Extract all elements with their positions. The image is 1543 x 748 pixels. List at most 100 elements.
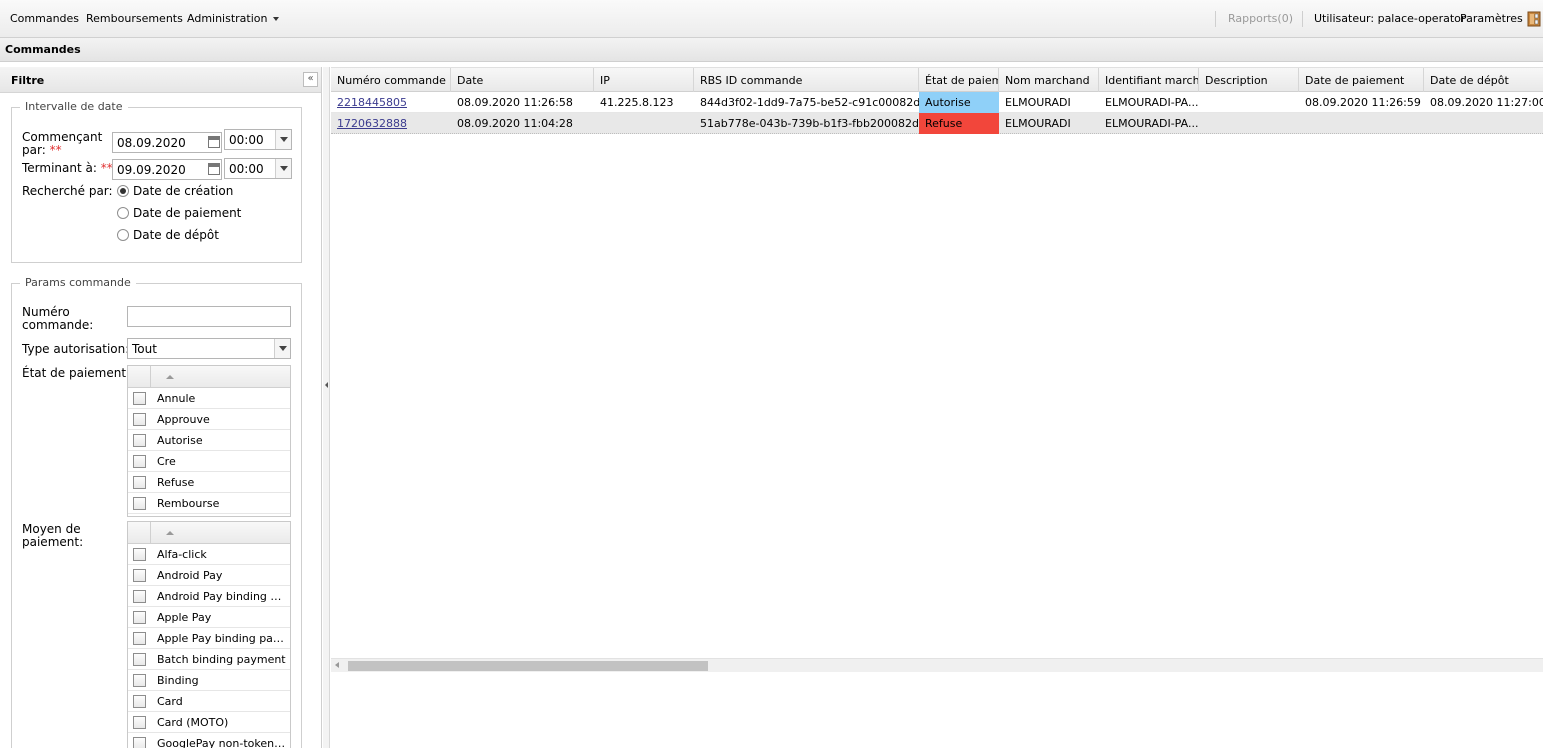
- menu-refunds[interactable]: Remboursements: [86, 12, 183, 25]
- list-header[interactable]: [128, 366, 290, 388]
- list-item[interactable]: Batch binding payment: [128, 649, 290, 670]
- cell-merchant-name: ELMOURADI: [1005, 96, 1071, 109]
- list-item[interactable]: GooglePay non-tokenize...: [128, 733, 290, 748]
- cell-deposit-date: 08.09.2020 11:27:00: [1430, 96, 1543, 109]
- list-item[interactable]: Card (MOTO): [128, 712, 290, 733]
- column-header-ip[interactable]: IP: [594, 68, 694, 92]
- order-link[interactable]: 1720632888: [337, 117, 407, 130]
- list-item-label: Android Pay: [157, 569, 223, 582]
- checkbox[interactable]: [133, 413, 146, 426]
- required-mark: **: [49, 143, 62, 157]
- menu-divider: [1215, 11, 1216, 27]
- radio-creation-date[interactable]: [117, 185, 129, 197]
- radio-payment-date[interactable]: [117, 207, 129, 219]
- checkbox[interactable]: [133, 632, 146, 645]
- list-item[interactable]: Apple Pay: [128, 607, 290, 628]
- list-item[interactable]: Approuve: [128, 409, 290, 430]
- column-header-payment-date[interactable]: Date de paiement: [1299, 68, 1424, 92]
- list-item[interactable]: Cre: [128, 451, 290, 472]
- column-header-rbs-id[interactable]: RBS ID commande: [694, 68, 919, 92]
- menu-reports[interactable]: Rapports(0): [1228, 12, 1293, 25]
- menu-administration[interactable]: Administration: [187, 12, 279, 25]
- checkbox[interactable]: [133, 674, 146, 687]
- order-link[interactable]: 2218445805: [337, 96, 407, 109]
- table-row[interactable]: 2218445805 08.09.2020 11:26:58 41.225.8.…: [331, 92, 1543, 113]
- list-item-label: Approuve: [157, 413, 210, 426]
- checkbox[interactable]: [133, 476, 146, 489]
- radio-payment-date-label[interactable]: Date de paiement: [133, 207, 241, 220]
- checkbox[interactable]: [133, 569, 146, 582]
- list-item[interactable]: Apple Pay binding paym...: [128, 628, 290, 649]
- payment-state-list: Annule Approuve Autorise Cre Refuse Remb…: [127, 365, 291, 517]
- checkbox[interactable]: [133, 392, 146, 405]
- list-item[interactable]: Annule: [128, 388, 290, 409]
- menu-orders[interactable]: Commandes: [10, 12, 79, 25]
- column-header-description[interactable]: Description: [1199, 68, 1299, 92]
- orders-grid: Numéro commande Date IP RBS ID commande …: [331, 67, 1543, 748]
- list-item[interactable]: Android Pay: [128, 565, 290, 586]
- list-item[interactable]: Rembourse: [128, 493, 290, 514]
- radio-creation-date-label[interactable]: Date de création: [133, 185, 233, 198]
- cell-deposit-date: [1424, 113, 1543, 134]
- checkbox[interactable]: [133, 695, 146, 708]
- list-item-label: Refuse: [157, 476, 195, 489]
- column-header-merchant-id[interactable]: Identifiant marchar: [1099, 68, 1199, 92]
- checkbox[interactable]: [133, 653, 146, 666]
- chevron-down-icon[interactable]: [275, 130, 291, 149]
- horizontal-scrollbar[interactable]: [331, 658, 1543, 672]
- list-item-label: GooglePay non-tokenize...: [157, 737, 287, 748]
- checkbox[interactable]: [133, 434, 146, 447]
- list-item[interactable]: Alfa-click: [128, 544, 290, 565]
- list-item-label: Cre: [157, 455, 176, 468]
- calendar-icon[interactable]: [208, 136, 220, 148]
- table-row[interactable]: 1720632888 08.09.2020 11:04:28 51ab778e-…: [331, 113, 1543, 134]
- list-item[interactable]: Card: [128, 691, 290, 712]
- list-item[interactable]: Android Pay binding pa...: [128, 586, 290, 607]
- scrollbar-thumb[interactable]: [348, 661, 708, 671]
- list-item-label: Binding: [157, 674, 199, 687]
- auth-type-select[interactable]: Tout: [127, 338, 291, 359]
- radio-deposit-date-label[interactable]: Date de dépôt: [133, 229, 219, 242]
- menu-settings[interactable]: Paramètres: [1460, 12, 1523, 25]
- collapse-panel-button[interactable]: «: [303, 72, 318, 87]
- checkbox[interactable]: [133, 737, 146, 748]
- top-menu-bar: Commandes Remboursements Administration …: [0, 0, 1543, 38]
- list-item-label: Card: [157, 695, 183, 708]
- column-header-order-number[interactable]: Numéro commande: [331, 68, 451, 92]
- checkbox[interactable]: [133, 455, 146, 468]
- column-header-payment-state[interactable]: État de paieme: [919, 68, 999, 92]
- calendar-icon[interactable]: [208, 163, 220, 175]
- panel-splitter[interactable]: [323, 67, 330, 748]
- status-badge: Refuse: [919, 113, 999, 134]
- checkbox[interactable]: [133, 548, 146, 561]
- auth-type-value: Tout: [132, 342, 157, 356]
- cell-merchant-name: ELMOURADI: [1005, 117, 1071, 130]
- list-item[interactable]: Binding: [128, 670, 290, 691]
- list-item[interactable]: Refuse: [128, 472, 290, 493]
- radio-deposit-date[interactable]: [117, 229, 129, 241]
- payment-method-label: Moyen de paiement:: [22, 522, 84, 549]
- column-header-date[interactable]: Date: [451, 68, 594, 92]
- checkbox[interactable]: [133, 497, 146, 510]
- cell-order-number: 2218445805: [331, 92, 451, 113]
- list-item[interactable]: Autorise: [128, 430, 290, 451]
- checkbox[interactable]: [133, 590, 146, 603]
- column-header-deposit-date[interactable]: Date de dépôt: [1424, 68, 1543, 92]
- end-date-value: 09.09.2020: [117, 163, 186, 177]
- list-header[interactable]: [128, 522, 290, 544]
- list-item-label: Card (MOTO): [157, 716, 229, 729]
- date-range-group: Intervalle de date Commençant par: ** 08…: [11, 100, 302, 263]
- start-date-value: 08.09.2020: [117, 136, 186, 150]
- chevron-down-icon[interactable]: [274, 339, 290, 358]
- scroll-left-icon[interactable]: [335, 662, 339, 668]
- chevron-down-icon: [272, 17, 279, 21]
- chevron-down-icon[interactable]: [275, 159, 291, 178]
- column-header-merchant-name[interactable]: Nom marchand: [999, 68, 1099, 92]
- menu-divider: [1302, 11, 1303, 27]
- checkbox[interactable]: [133, 611, 146, 624]
- order-number-input[interactable]: [127, 306, 291, 327]
- checkbox[interactable]: [133, 716, 146, 729]
- start-date-input[interactable]: 08.09.2020: [112, 132, 222, 153]
- logout-door-icon[interactable]: [1527, 11, 1541, 27]
- end-date-input[interactable]: 09.09.2020: [112, 159, 222, 180]
